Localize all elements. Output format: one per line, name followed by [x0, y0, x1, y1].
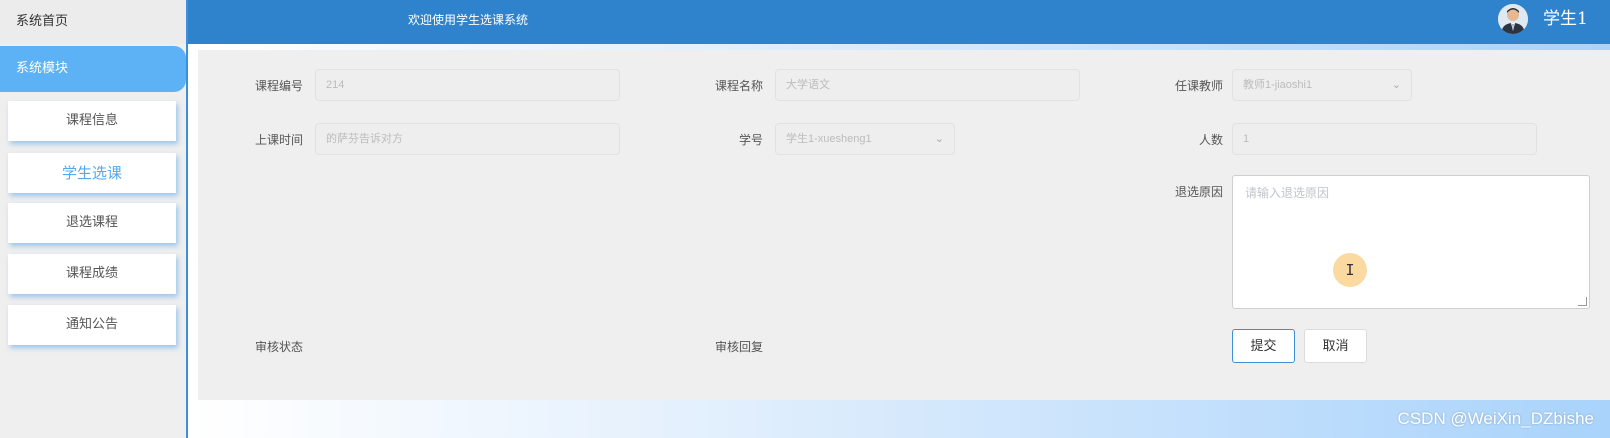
top-header: 欢迎使用学生选课系统 学生1	[188, 0, 1610, 44]
sidebar-module-header[interactable]: 系统模块	[0, 46, 186, 92]
course-number-input[interactable]: 214	[315, 69, 620, 101]
teacher-label: 任课教师	[1174, 79, 1223, 93]
submit-button[interactable]: 提交	[1232, 329, 1295, 363]
resize-handle-icon[interactable]	[1578, 297, 1587, 306]
chevron-down-icon: ⌄	[1391, 79, 1401, 91]
cancel-button[interactable]: 取消	[1304, 329, 1367, 363]
chevron-down-icon: ⌄	[934, 133, 944, 145]
user-name[interactable]: 学生1	[1543, 0, 1588, 38]
sidebar-item-notices[interactable]: 通知公告	[8, 305, 176, 345]
sidebar: 系统首页 系统模块 课程信息 学生选课 退选课程 课程成绩 通知公告	[0, 0, 188, 438]
watermark: CSDN @WeiXin_DZbishe	[1397, 409, 1594, 428]
sidebar-item-course-grades[interactable]: 课程成绩	[8, 254, 176, 294]
course-name-label: 课程名称	[714, 79, 763, 93]
drop-reason-textarea[interactable]: 请输入退选原因	[1232, 175, 1590, 309]
student-number-select[interactable]: 学生1-xuesheng1 ⌄	[775, 123, 955, 155]
teacher-select[interactable]: 教师1-jiaoshi1 ⌄	[1232, 69, 1412, 101]
student-number-label: 学号	[738, 133, 763, 147]
sidebar-item-drop-course[interactable]: 退选课程	[8, 203, 176, 243]
count-label: 人数	[1198, 133, 1223, 147]
sidebar-item-student-select[interactable]: 学生选课	[8, 153, 176, 193]
count-input[interactable]: 1	[1232, 123, 1537, 155]
audit-status-label: 审核状态	[254, 340, 303, 354]
sidebar-home-link[interactable]: 系统首页	[0, 0, 186, 44]
course-number-label: 课程编号	[254, 79, 303, 93]
header-title: 欢迎使用学生选课系统	[408, 13, 529, 27]
teacher-select-value: 教师1-jiaoshi1	[1243, 79, 1313, 91]
class-time-label: 上课时间	[254, 133, 303, 147]
sidebar-item-course-info[interactable]: 课程信息	[8, 101, 176, 141]
audit-reply-label: 审核回复	[714, 340, 763, 354]
text-cursor-icon: I	[1333, 253, 1367, 287]
student-number-select-value: 学生1-xuesheng1	[786, 133, 872, 145]
class-time-input[interactable]: 的萨芬告诉对方	[315, 123, 620, 155]
drop-reason-label: 退选原因	[1174, 185, 1223, 199]
user-avatar-icon[interactable]	[1498, 4, 1528, 34]
drop-reason-placeholder: 请输入退选原因	[1245, 186, 1330, 200]
course-name-input[interactable]: 大学语文	[775, 69, 1080, 101]
